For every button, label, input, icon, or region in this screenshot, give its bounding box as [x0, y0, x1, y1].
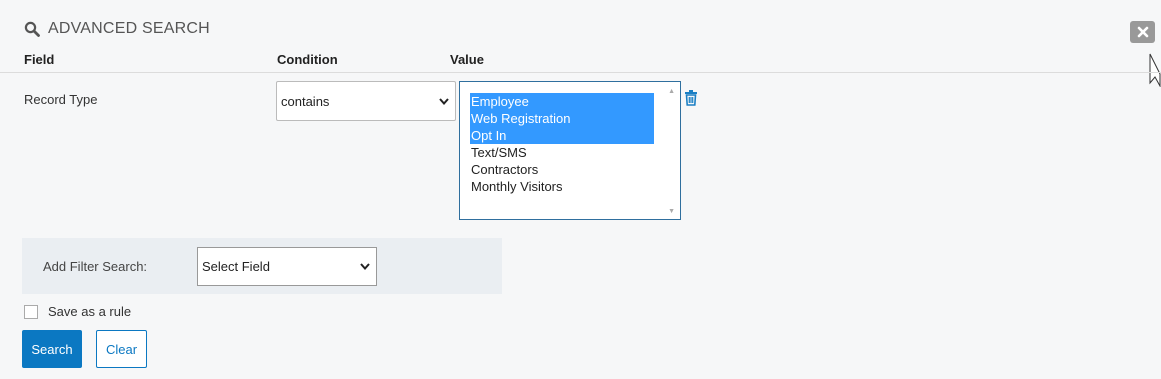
- panel-header: ADVANCED SEARCH: [24, 18, 210, 40]
- column-header-field: Field: [24, 52, 55, 67]
- clear-button[interactable]: Clear: [96, 330, 147, 368]
- listbox-scrollbar[interactable]: ▲ ▼: [663, 82, 680, 219]
- close-button[interactable]: [1130, 21, 1155, 43]
- condition-select-value: contains: [281, 93, 330, 109]
- search-icon: [24, 21, 40, 37]
- column-header-condition: Condition: [277, 52, 338, 67]
- add-filter-box: Add Filter Search: Select Field: [22, 238, 502, 294]
- advanced-search-panel: ADVANCED SEARCH Field Condition Value Re…: [0, 0, 1161, 379]
- search-button[interactable]: Search: [22, 330, 82, 368]
- chevron-down-icon: [439, 97, 449, 105]
- column-header-value: Value: [450, 52, 484, 67]
- filter-field-label: Record Type: [24, 92, 98, 107]
- column-header-row: Field Condition Value: [0, 50, 1161, 73]
- condition-select[interactable]: contains: [276, 81, 456, 121]
- add-filter-label: Add Filter Search:: [43, 259, 148, 274]
- add-filter-select-value: Select Field: [202, 259, 270, 274]
- save-rule-label: Save as a rule: [48, 304, 132, 319]
- value-option[interactable]: Contractors: [470, 161, 654, 178]
- save-rule-checkbox[interactable]: [24, 304, 38, 319]
- add-filter-select[interactable]: Select Field: [197, 247, 377, 286]
- panel-title: ADVANCED SEARCH: [48, 20, 210, 37]
- close-icon: [1137, 26, 1148, 38]
- scroll-up-icon[interactable]: ▲: [668, 88, 675, 95]
- value-option[interactable]: Text/SMS: [470, 144, 654, 161]
- value-option[interactable]: Employee: [470, 93, 654, 110]
- value-options-list: Employee Web Registration Opt In Text/SMS Co…: [470, 93, 654, 195]
- chevron-down-icon: [360, 263, 370, 270]
- value-option[interactable]: Monthly Visitors: [470, 178, 654, 195]
- trash-icon[interactable]: [684, 90, 698, 106]
- scroll-down-icon[interactable]: ▼: [668, 208, 675, 215]
- value-option[interactable]: Web Registration: [470, 110, 654, 127]
- value-multiselect[interactable]: Employee Web Registration Opt In Text/SMS Co…: [459, 81, 681, 220]
- value-option[interactable]: Opt In: [470, 127, 654, 144]
- save-rule-row: Save as a rule: [24, 304, 131, 319]
